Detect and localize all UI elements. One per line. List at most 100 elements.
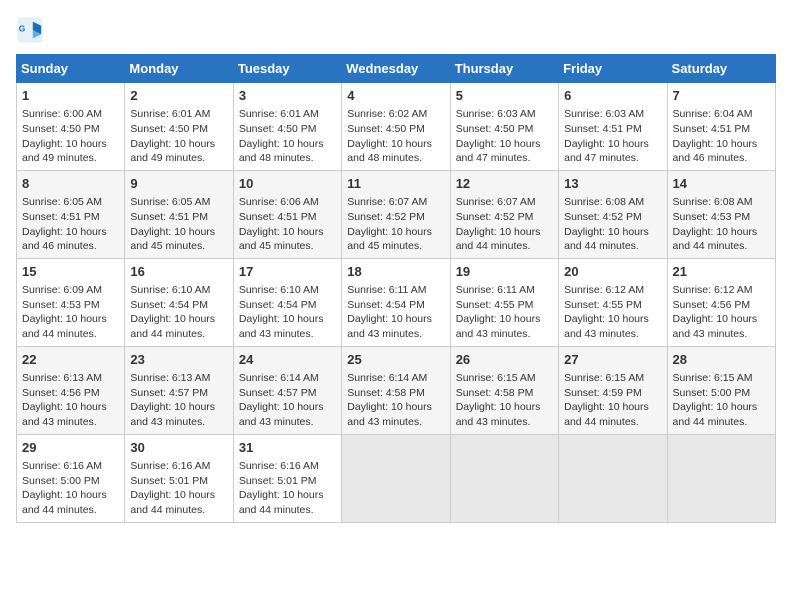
day-number: 10 <box>239 175 336 193</box>
day-info: Sunrise: 6:07 AM Sunset: 4:52 PM Dayligh… <box>456 195 553 254</box>
day-info: Sunrise: 6:16 AM Sunset: 5:01 PM Dayligh… <box>130 459 227 518</box>
weekday-header-tuesday: Tuesday <box>233 55 341 83</box>
calendar-cell: 24Sunrise: 6:14 AM Sunset: 4:57 PM Dayli… <box>233 346 341 434</box>
day-number: 9 <box>130 175 227 193</box>
day-info: Sunrise: 6:05 AM Sunset: 4:51 PM Dayligh… <box>22 195 119 254</box>
day-number: 6 <box>564 87 661 105</box>
day-info: Sunrise: 6:11 AM Sunset: 4:54 PM Dayligh… <box>347 283 444 342</box>
calendar-cell <box>667 434 775 522</box>
day-number: 8 <box>22 175 119 193</box>
day-info: Sunrise: 6:10 AM Sunset: 4:54 PM Dayligh… <box>239 283 336 342</box>
day-number: 1 <box>22 87 119 105</box>
calendar-table: SundayMondayTuesdayWednesdayThursdayFrid… <box>16 54 776 523</box>
day-info: Sunrise: 6:15 AM Sunset: 5:00 PM Dayligh… <box>673 371 770 430</box>
calendar-week-1: 1 Sunrise: 6:00 AM Sunset: 4:50 PM Daylig… <box>17 83 776 171</box>
day-info: Sunrise: 6:01 AM Sunset: 4:50 PM Dayligh… <box>239 107 336 166</box>
day-number: 21 <box>673 263 770 281</box>
calendar-cell: 5 Sunrise: 6:03 AM Sunset: 4:50 PM Daylig… <box>450 83 558 171</box>
day-info: Sunrise: 6:15 AM Sunset: 4:58 PM Dayligh… <box>456 371 553 430</box>
day-number: 2 <box>130 87 227 105</box>
calendar-cell: 7 Sunrise: 6:04 AM Sunset: 4:51 PM Daylig… <box>667 83 775 171</box>
day-info: Sunrise: 6:13 AM Sunset: 4:57 PM Dayligh… <box>130 371 227 430</box>
calendar-cell: 18 Sunrise: 6:11 AM Sunset: 4:54 PM Dayli… <box>342 258 450 346</box>
day-number: 22 <box>22 351 119 369</box>
calendar-week-2: 8 Sunrise: 6:05 AM Sunset: 4:51 PM Daylig… <box>17 170 776 258</box>
day-number: 15 <box>22 263 119 281</box>
day-number: 31 <box>239 439 336 457</box>
day-info: Sunrise: 6:07 AM Sunset: 4:52 PM Dayligh… <box>347 195 444 254</box>
day-number: 19 <box>456 263 553 281</box>
weekday-header-sunday: Sunday <box>17 55 125 83</box>
calendar-cell: 12 Sunrise: 6:07 AM Sunset: 4:52 PM Dayli… <box>450 170 558 258</box>
calendar-week-4: 22 Sunrise: 6:13 AM Sunset: 4:56 PM Dayli… <box>17 346 776 434</box>
calendar-cell: 14 Sunrise: 6:08 AM Sunset: 4:53 PM Dayli… <box>667 170 775 258</box>
calendar-cell: 15 Sunrise: 6:09 AM Sunset: 4:53 PM Dayli… <box>17 258 125 346</box>
day-info: Sunrise: 6:13 AM Sunset: 4:56 PM Dayligh… <box>22 371 119 430</box>
day-info: Sunrise: 6:14 AM Sunset: 4:58 PM Dayligh… <box>347 371 444 430</box>
calendar-week-3: 15 Sunrise: 6:09 AM Sunset: 4:53 PM Dayli… <box>17 258 776 346</box>
day-info: Sunrise: 6:03 AM Sunset: 4:50 PM Dayligh… <box>456 107 553 166</box>
calendar-cell: 16 Sunrise: 6:10 AM Sunset: 4:54 PM Dayli… <box>125 258 233 346</box>
weekday-header-friday: Friday <box>559 55 667 83</box>
day-info: Sunrise: 6:06 AM Sunset: 4:51 PM Dayligh… <box>239 195 336 254</box>
calendar-cell: 23Sunrise: 6:13 AM Sunset: 4:57 PM Dayli… <box>125 346 233 434</box>
day-number: 16 <box>130 263 227 281</box>
day-info: Sunrise: 6:09 AM Sunset: 4:53 PM Dayligh… <box>22 283 119 342</box>
calendar-cell: 31Sunrise: 6:16 AM Sunset: 5:01 PM Dayli… <box>233 434 341 522</box>
calendar-cell <box>559 434 667 522</box>
day-info: Sunrise: 6:04 AM Sunset: 4:51 PM Dayligh… <box>673 107 770 166</box>
day-number: 18 <box>347 263 444 281</box>
calendar-cell: 19 Sunrise: 6:11 AM Sunset: 4:55 PM Dayli… <box>450 258 558 346</box>
calendar-cell: 28 Sunrise: 6:15 AM Sunset: 5:00 PM Dayli… <box>667 346 775 434</box>
day-number: 24 <box>239 351 336 369</box>
day-number: 4 <box>347 87 444 105</box>
day-info: Sunrise: 6:00 AM Sunset: 4:50 PM Dayligh… <box>22 107 119 166</box>
day-number: 5 <box>456 87 553 105</box>
calendar-cell: 6 Sunrise: 6:03 AM Sunset: 4:51 PM Daylig… <box>559 83 667 171</box>
calendar-cell: 22 Sunrise: 6:13 AM Sunset: 4:56 PM Dayli… <box>17 346 125 434</box>
day-number: 3 <box>239 87 336 105</box>
calendar-cell: 21 Sunrise: 6:12 AM Sunset: 4:56 PM Dayli… <box>667 258 775 346</box>
day-info: Sunrise: 6:16 AM Sunset: 5:00 PM Dayligh… <box>22 459 119 518</box>
day-info: Sunrise: 6:03 AM Sunset: 4:51 PM Dayligh… <box>564 107 661 166</box>
calendar-cell: 4 Sunrise: 6:02 AM Sunset: 4:50 PM Daylig… <box>342 83 450 171</box>
calendar-cell: 25 Sunrise: 6:14 AM Sunset: 4:58 PM Dayli… <box>342 346 450 434</box>
day-info: Sunrise: 6:01 AM Sunset: 4:50 PM Dayligh… <box>130 107 227 166</box>
day-number: 25 <box>347 351 444 369</box>
day-number: 30 <box>130 439 227 457</box>
day-number: 12 <box>456 175 553 193</box>
day-number: 17 <box>239 263 336 281</box>
day-number: 11 <box>347 175 444 193</box>
day-number: 29 <box>22 439 119 457</box>
calendar-cell: 17 Sunrise: 6:10 AM Sunset: 4:54 PM Dayli… <box>233 258 341 346</box>
calendar-cell: 20Sunrise: 6:12 AM Sunset: 4:55 PM Dayli… <box>559 258 667 346</box>
day-number: 27 <box>564 351 661 369</box>
calendar-cell: 26 Sunrise: 6:15 AM Sunset: 4:58 PM Dayli… <box>450 346 558 434</box>
calendar-week-5: 29 Sunrise: 6:16 AM Sunset: 5:00 PM Dayli… <box>17 434 776 522</box>
calendar-cell: 11 Sunrise: 6:07 AM Sunset: 4:52 PM Dayli… <box>342 170 450 258</box>
calendar-cell <box>450 434 558 522</box>
calendar-cell: 30 Sunrise: 6:16 AM Sunset: 5:01 PM Dayli… <box>125 434 233 522</box>
calendar-cell: 27 Sunrise: 6:15 AM Sunset: 4:59 PM Dayli… <box>559 346 667 434</box>
day-info: Sunrise: 6:11 AM Sunset: 4:55 PM Dayligh… <box>456 283 553 342</box>
calendar-cell: 3 Sunrise: 6:01 AM Sunset: 4:50 PM Daylig… <box>233 83 341 171</box>
page-header: G <box>16 16 776 44</box>
calendar-cell: 10 Sunrise: 6:06 AM Sunset: 4:51 PM Dayli… <box>233 170 341 258</box>
weekday-header-wednesday: Wednesday <box>342 55 450 83</box>
day-number: 20 <box>564 263 661 281</box>
day-info: Sunrise: 6:15 AM Sunset: 4:59 PM Dayligh… <box>564 371 661 430</box>
day-info: Sunrise: 6:02 AM Sunset: 4:50 PM Dayligh… <box>347 107 444 166</box>
calendar-cell <box>342 434 450 522</box>
calendar-cell: 2 Sunrise: 6:01 AM Sunset: 4:50 PM Daylig… <box>125 83 233 171</box>
day-number: 13 <box>564 175 661 193</box>
calendar-cell: 1 Sunrise: 6:00 AM Sunset: 4:50 PM Daylig… <box>17 83 125 171</box>
weekday-header-monday: Monday <box>125 55 233 83</box>
day-info: Sunrise: 6:10 AM Sunset: 4:54 PM Dayligh… <box>130 283 227 342</box>
day-info: Sunrise: 6:08 AM Sunset: 4:53 PM Dayligh… <box>673 195 770 254</box>
day-number: 14 <box>673 175 770 193</box>
calendar-cell: 13Sunrise: 6:08 AM Sunset: 4:52 PM Dayli… <box>559 170 667 258</box>
day-number: 7 <box>673 87 770 105</box>
day-number: 28 <box>673 351 770 369</box>
day-info: Sunrise: 6:12 AM Sunset: 4:56 PM Dayligh… <box>673 283 770 342</box>
day-number: 26 <box>456 351 553 369</box>
